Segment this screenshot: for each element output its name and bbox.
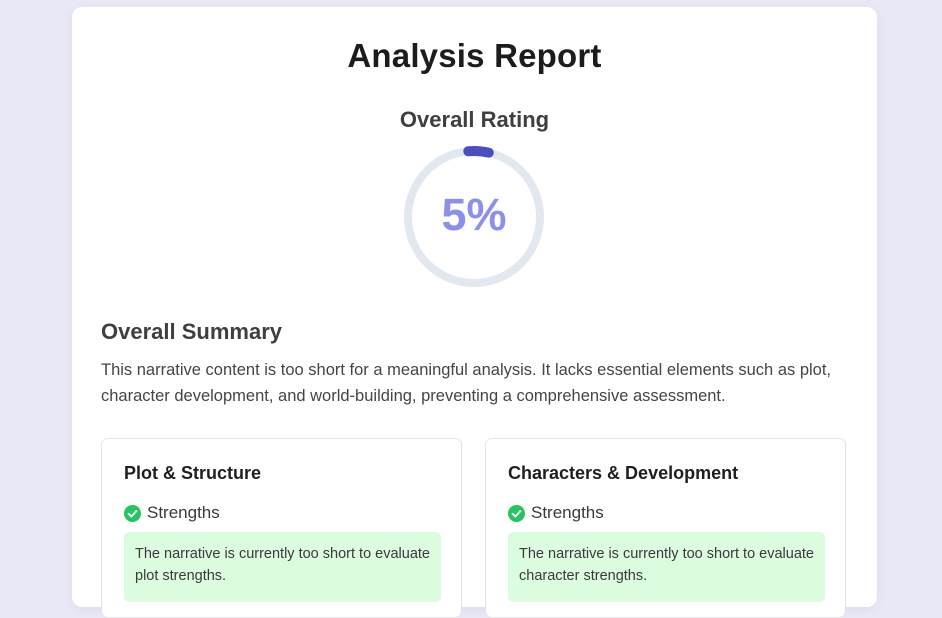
overall-summary-text: This narrative content is too short for … [101,361,832,405]
check-circle-icon [124,504,141,522]
strengths-header: Strengths [124,503,220,523]
page-title: Analysis Report [347,37,602,74]
strengths-header: Strengths [508,503,604,523]
overall-summary-heading: Overall Summary [101,319,282,344]
section-title: Characters & Development [508,463,739,483]
section-title: Plot & Structure [124,463,262,483]
report-card: Analysis Report Overall Rating 5% Overal… [72,7,877,618]
strengths-label: Strengths [531,503,604,522]
check-circle-icon [508,504,525,522]
strength-item: The narrative is currently too short to … [508,532,825,602]
section-card-plot-structure: Plot & Structure Strengths The narrative… [101,438,462,618]
rating-gauge: 5% [402,145,546,289]
overall-rating-heading: Overall Rating [399,107,550,132]
strengths-label: Strengths [147,503,220,522]
rating-value: 5% [441,189,507,240]
section-card-characters-development: Characters & Development Strengths The n… [485,438,846,618]
strength-item: The narrative is currently too short to … [124,532,441,602]
